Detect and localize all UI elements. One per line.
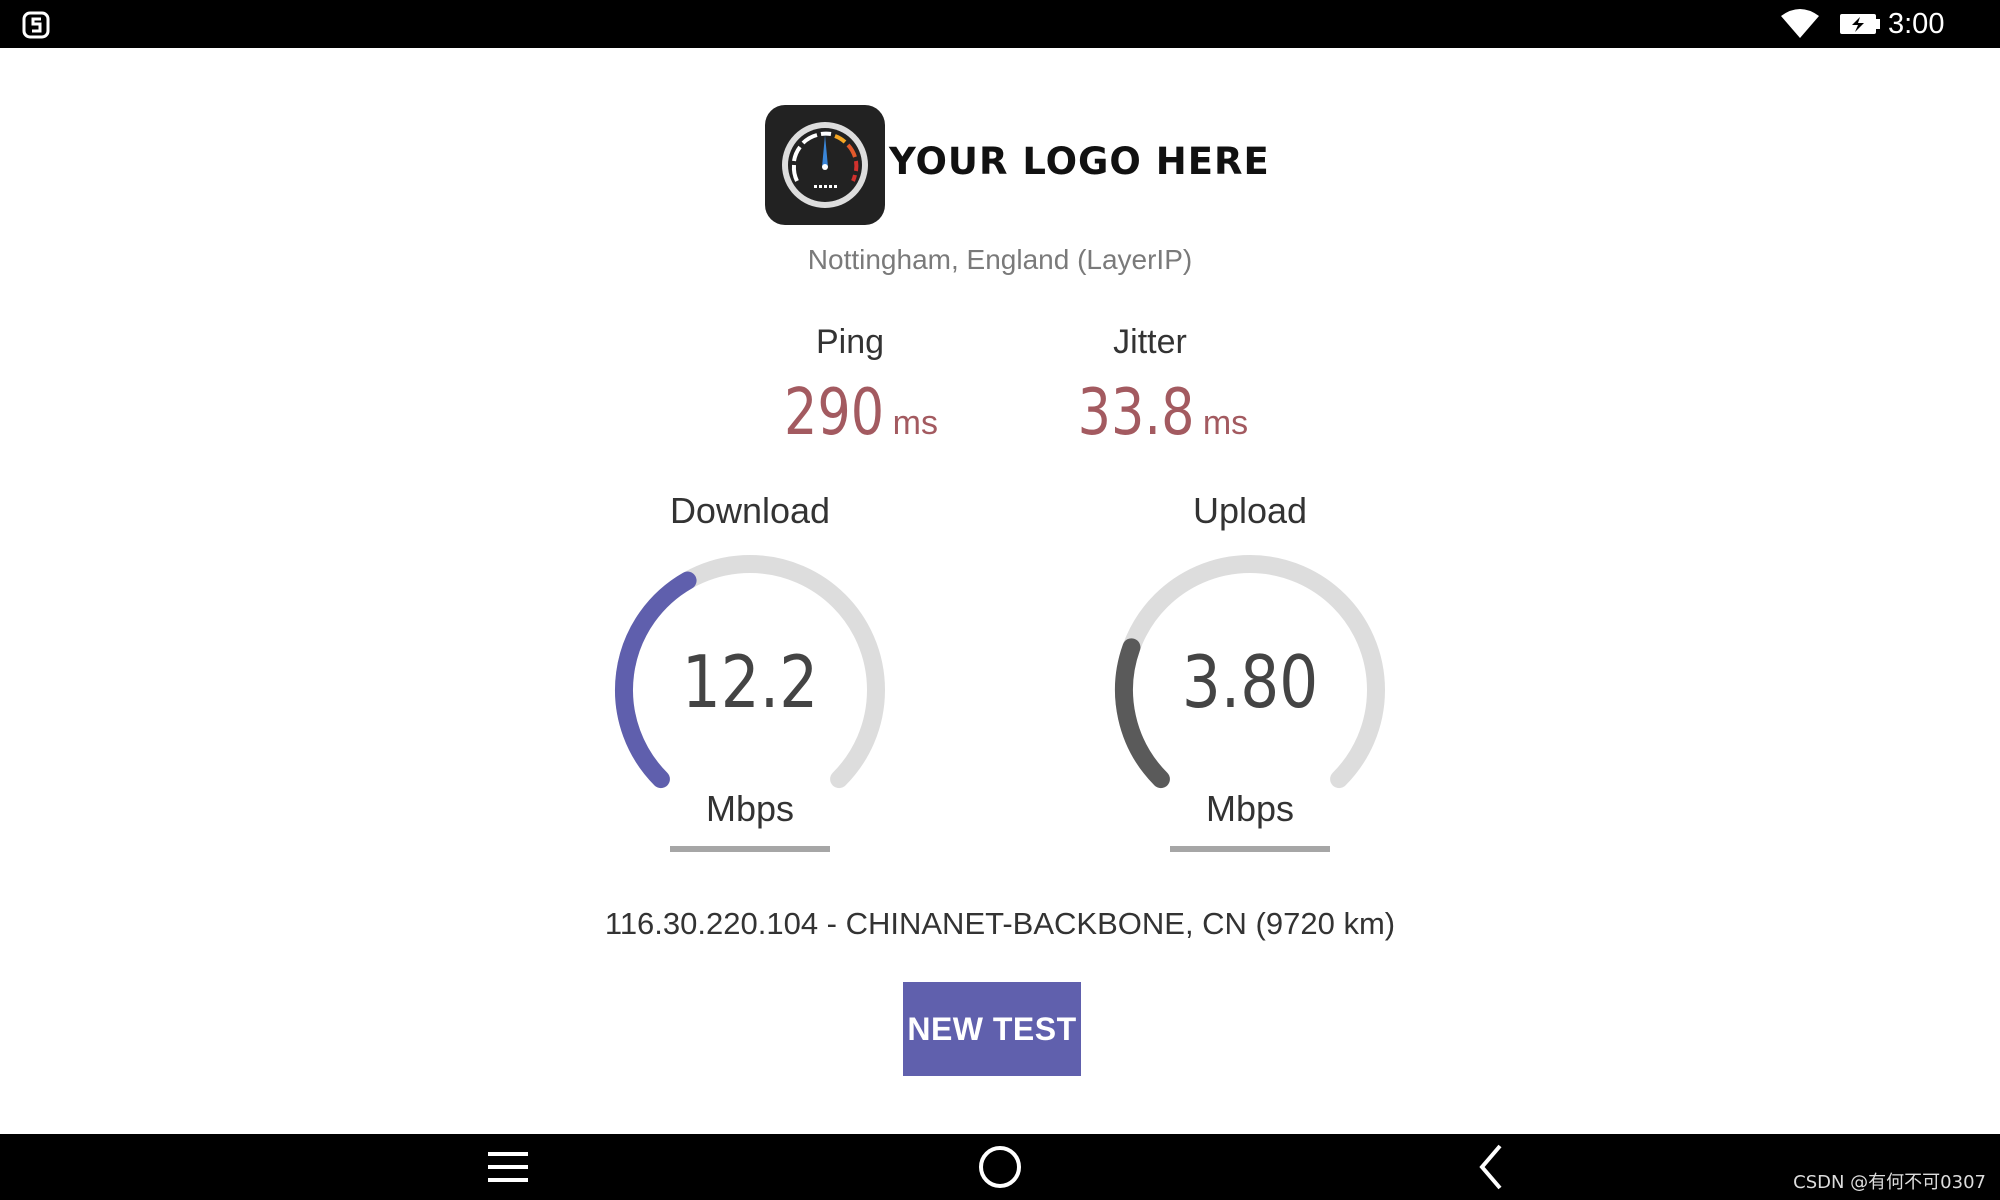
battery-charging-icon xyxy=(1840,14,1880,34)
app-s-icon xyxy=(22,11,50,39)
download-underline xyxy=(670,846,830,852)
upload-label: Upload xyxy=(1192,490,1308,531)
upload-unit: Mbps xyxy=(1205,788,1295,829)
download-value: 12.2 xyxy=(681,640,819,724)
download-label: Download xyxy=(669,490,831,531)
status-bar: 3:00 xyxy=(0,0,2000,48)
ping-metric: Ping 290 ms xyxy=(700,320,1000,450)
back-icon[interactable] xyxy=(1462,1142,1522,1192)
jitter-metric: Jitter 33.8 ms xyxy=(1000,320,1300,450)
home-icon[interactable] xyxy=(970,1142,1030,1192)
logo: YOUR LOGO HERE xyxy=(765,105,1285,225)
upload-value: 3.80 xyxy=(1181,640,1319,724)
jitter-label: Jitter xyxy=(1113,323,1187,361)
download-unit: Mbps xyxy=(705,788,795,829)
new-test-button[interactable]: NEW TEST xyxy=(903,982,1081,1076)
watermark: CSDN @有何不可0307 xyxy=(1793,1172,1986,1193)
ping-value-row: 290 ms xyxy=(700,376,1000,450)
server-info: 116.30.220.104 - CHINANET-BACKBONE, CN (… xyxy=(604,906,1396,941)
ping-label: Ping xyxy=(815,323,885,361)
status-clock: 3:00 xyxy=(1888,8,1945,40)
upload-gauge: Upload 3.80 Mbps xyxy=(1100,490,1400,870)
upload-underline xyxy=(1170,846,1330,852)
jitter-value: 33.8 xyxy=(1077,376,1195,450)
navigation-bar xyxy=(0,1134,2000,1200)
logo-text: YOUR LOGO HERE xyxy=(889,140,1270,183)
ping-unit: ms xyxy=(892,404,938,442)
jitter-value-row: 33.8 ms xyxy=(1000,376,1300,450)
menu-icon[interactable] xyxy=(478,1142,538,1192)
ping-value: 290 xyxy=(784,376,885,450)
server-location: Nottingham, England (LayerIP) xyxy=(807,244,1193,275)
jitter-unit: ms xyxy=(1202,404,1249,442)
download-gauge: Download 12.2 Mbps xyxy=(600,490,900,870)
wifi-icon xyxy=(1781,9,1819,38)
speedometer-icon xyxy=(765,105,885,225)
